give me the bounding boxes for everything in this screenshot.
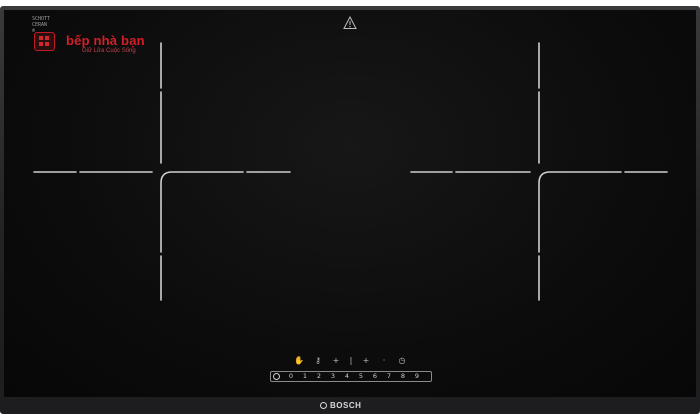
level-1[interactable]: 1: [299, 372, 311, 381]
right-zone-corner: [538, 171, 668, 301]
level-0[interactable]: 0: [285, 372, 297, 381]
level-4[interactable]: 4: [341, 372, 353, 381]
cooktop-image: SCHOTT CERAN ® bếp nhà bạn Giữ Lửa Cuộc …: [0, 0, 700, 420]
zone-divider-icon: |: [349, 356, 353, 365]
level-3[interactable]: 3: [327, 372, 339, 381]
brand-logo-icon: [34, 32, 55, 51]
left-zone-plus-icon[interactable]: +: [329, 356, 343, 365]
bosch-armature-icon: [320, 402, 327, 409]
touch-control-panel: ✋ ⚷ + | + · ◷ 0 1 2 3 4 5 6 7 8 9: [270, 356, 432, 382]
dot-icon[interactable]: ·: [377, 356, 391, 365]
timer-icon[interactable]: ◷: [395, 356, 409, 365]
level-9[interactable]: 9: [411, 372, 423, 381]
level-2[interactable]: 2: [313, 372, 325, 381]
manufacturer-logo: BOSCH: [320, 401, 361, 410]
level-7[interactable]: 7: [383, 372, 395, 381]
right-zone-plus-icon[interactable]: +: [359, 356, 373, 365]
warning-icon: [343, 16, 357, 29]
key-icon[interactable]: ⚷: [311, 356, 325, 365]
level-6[interactable]: 6: [369, 372, 381, 381]
function-keys-row: ✋ ⚷ + | + · ◷: [270, 356, 432, 368]
brand-name: bếp nhà bạn: [66, 33, 145, 48]
brand-tagline: Giữ Lửa Cuộc Sống: [82, 48, 136, 54]
left-zone-corner: [160, 171, 291, 301]
power-level-slider[interactable]: 0 1 2 3 4 5 6 7 8 9: [270, 371, 432, 382]
level-5[interactable]: 5: [355, 372, 367, 381]
hand-icon[interactable]: ✋: [292, 356, 306, 365]
power-icon[interactable]: [273, 373, 280, 380]
manufacturer-name: BOSCH: [330, 401, 362, 410]
level-8[interactable]: 8: [397, 372, 409, 381]
